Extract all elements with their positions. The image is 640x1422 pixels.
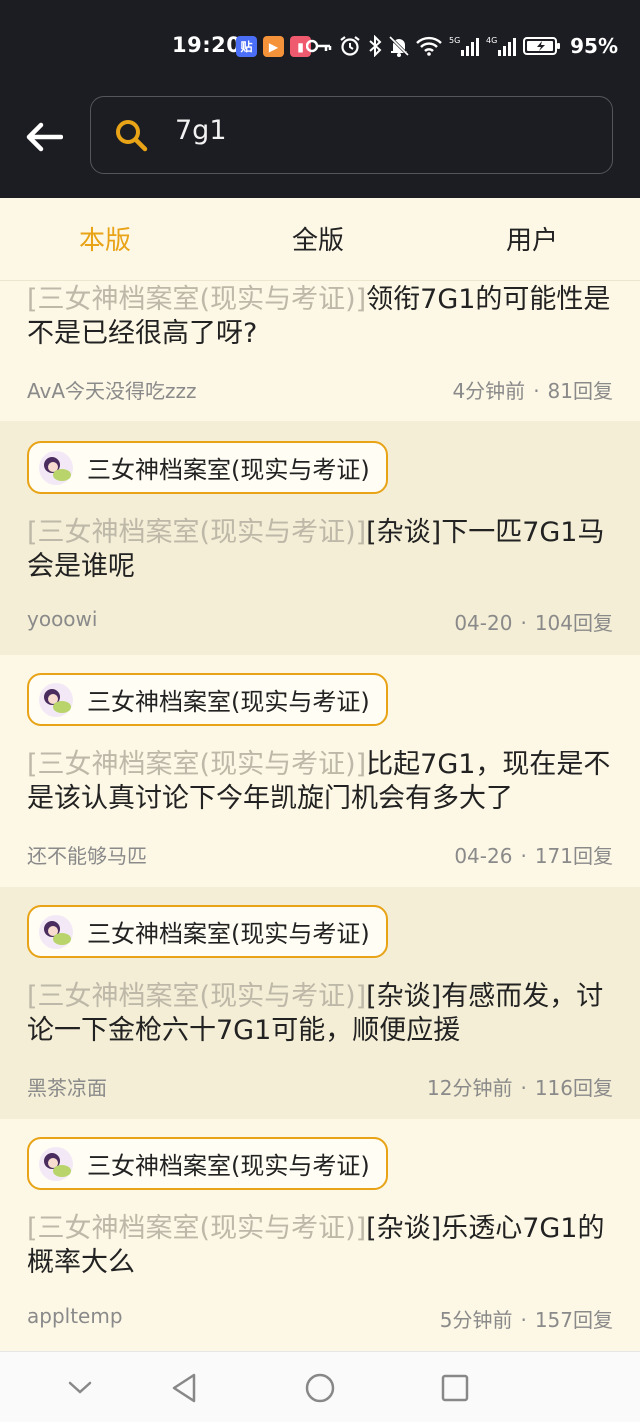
post-meta: 12分钟前 · 116回复: [427, 1076, 613, 1100]
status-icons: 5G 4G 95%: [306, 34, 618, 58]
status-bar: 19:20 贴 ▶ ▮ 5G 4G 95%: [0, 0, 640, 95]
search-input[interactable]: [175, 115, 575, 146]
forum-name: 三女神档案室(现实与考证): [87, 456, 370, 484]
status-app-icons: 贴 ▶ ▮: [236, 36, 311, 57]
tab-users[interactable]: 用户: [506, 220, 558, 257]
forum-tag[interactable]: 三女神档案室(现实与考证): [27, 441, 388, 494]
recents-nav-button[interactable]: [437, 1370, 473, 1406]
post-title: [三女神档案室(现实与考证)]比起7G1，现在是不是该认真讨论下今年凯旋门机会有…: [27, 749, 611, 814]
search-scope-tabs: 本版 全版 用户: [0, 198, 640, 281]
forum-tag[interactable]: 三女神档案室(现实与考证): [27, 905, 388, 958]
back-arrow-icon: [26, 122, 63, 152]
tab-this-forum[interactable]: 本版: [79, 220, 131, 257]
search-box[interactable]: [90, 96, 613, 174]
svg-text:4G: 4G: [486, 36, 497, 45]
alarm-icon: [339, 35, 361, 57]
list-item[interactable]: 三女神档案室(现实与考证) [三女神档案室(现实与考证)]比起7G1，现在是不是…: [0, 655, 640, 887]
forum-name: 三女神档案室(现实与考证): [87, 688, 370, 716]
home-nav-button[interactable]: [302, 1370, 338, 1406]
post-author: 黑茶凉面: [27, 1076, 107, 1100]
forum-name: 三女神档案室(现实与考证): [87, 920, 370, 948]
post-author: yooowi: [27, 607, 98, 631]
list-item[interactable]: 三女神档案室(现实与考证) [三女神档案室(现实与考证)][杂谈]乐透心7G1的…: [0, 1119, 640, 1351]
list-item[interactable]: 三女神档案室(现实与考证) [三女神档案室(现实与考证)][杂谈]有感而发，讨论…: [0, 887, 640, 1119]
post-meta: 04-20 · 104回复: [454, 611, 613, 635]
forum-tag[interactable]: 三女神档案室(现实与考证): [27, 673, 388, 726]
back-nav-button[interactable]: [166, 1370, 202, 1406]
battery-percent: 95%: [570, 34, 618, 58]
tieba-app-icon: 贴: [236, 36, 257, 57]
collapse-icon: [68, 1381, 92, 1394]
search-header: [0, 95, 640, 198]
list-item[interactable]: 三女神档案室(现实与考证) [三女神档案室(现实与考证)][杂谈]下一匹7G1马…: [0, 421, 640, 655]
home-circle-icon: [305, 1373, 335, 1403]
post-meta: 04-26 · 171回复: [454, 844, 613, 868]
tab-all-forums[interactable]: 全版: [292, 220, 344, 257]
forum-avatar-icon: [39, 682, 73, 717]
forum-avatar-icon: [39, 914, 73, 949]
video-app-icon: ▶: [263, 36, 284, 57]
post-meta: 5分钟前 · 157回复: [439, 1308, 613, 1332]
forum-avatar-icon: [39, 450, 73, 485]
post-title: [三女神档案室(现实与考证)][杂谈]下一匹7G1马会是谁呢: [27, 517, 605, 582]
post-author: AvA今天没得吃zzz: [27, 379, 197, 403]
back-button[interactable]: [22, 115, 66, 159]
collapse-button[interactable]: [62, 1370, 98, 1406]
post-author: 还不能够马匹: [27, 844, 147, 868]
forum-name: 三女神档案室(现实与考证): [87, 1152, 370, 1180]
forum-tag[interactable]: 三女神档案室(现实与考证): [27, 1137, 388, 1190]
post-title: [三女神档案室(现实与考证)][杂谈]有感而发，讨论一下金枪六十7G1可能，顺便…: [27, 981, 604, 1046]
post-title: [三女神档案室(现实与考证)][杂谈]乐透心7G1的概率大么: [27, 1213, 605, 1278]
key-icon: [306, 37, 332, 55]
post-meta: 4分钟前 · 81回复: [452, 379, 613, 403]
wifi-icon: [416, 36, 442, 56]
signal-4g-icon: 4G: [486, 35, 517, 57]
search-icon: [116, 120, 148, 152]
forum-avatar-icon: [39, 1146, 73, 1181]
post-title: [三女神档案室(现实与考证)]领衔7G1的可能性是不是已经很高了呀?: [27, 284, 611, 349]
recents-square-icon: [441, 1374, 469, 1402]
svg-text:5G: 5G: [449, 36, 460, 45]
signal-5g-icon: 5G: [449, 35, 480, 57]
list-item[interactable]: [三女神档案室(现实与考证)]领衔7G1的可能性是不是已经很高了呀? AvA今天…: [0, 281, 640, 421]
mute-bell-icon: [389, 35, 410, 57]
search-results-list: [三女神档案室(现实与考证)]领衔7G1的可能性是不是已经很高了呀? AvA今天…: [0, 281, 640, 1351]
battery-icon: [523, 36, 561, 56]
system-nav-bar: [0, 1351, 640, 1422]
post-author: appltemp: [27, 1304, 123, 1328]
back-triangle-icon: [172, 1373, 196, 1403]
bluetooth-icon: [368, 35, 382, 57]
status-time: 19:20: [172, 33, 242, 57]
